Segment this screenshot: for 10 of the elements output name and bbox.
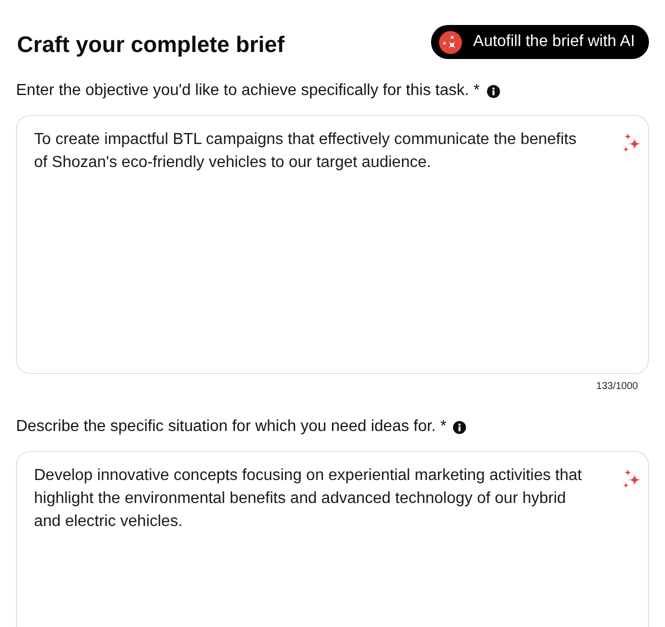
info-icon[interactable] (486, 84, 500, 98)
autofill-button[interactable]: Autofill the brief with AI (431, 25, 649, 59)
info-icon[interactable] (453, 420, 466, 434)
sparkle-icon (439, 30, 462, 54)
page-title: Craft your complete brief (17, 31, 285, 59)
character-counter: 133/1000 (596, 380, 638, 394)
field-label: Describe the specific situation for which you need ideas for. * (16, 417, 446, 437)
field-label: Enter the objective you'd like to achieve specifically for this task. * (16, 81, 480, 101)
text-area-field[interactable]: To create impactful BTL campaigns that effectively communicate the benefits of Shozan's eco-friendly vehicles to our target audience. (16, 115, 649, 374)
text-area-field[interactable]: Develop innovative concepts focusing on experiential marketing activities that highlight the environmental benefits and advanced technology of our hybrid and electric vehicles. (16, 451, 649, 627)
